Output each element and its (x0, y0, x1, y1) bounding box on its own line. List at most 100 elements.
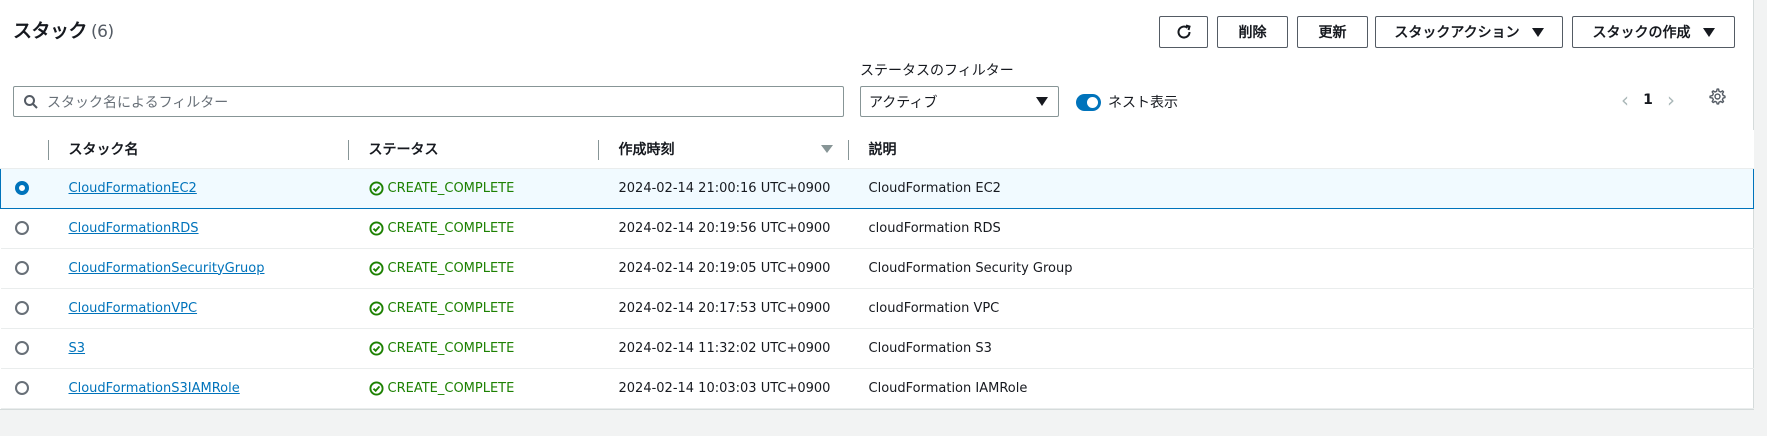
stack-name-link[interactable]: CloudFormationRDS (69, 221, 199, 236)
select-column-header (0, 130, 49, 169)
pagination: ‹ 1 › (1614, 88, 1682, 112)
status-text: CREATE_COMPLETE (387, 340, 515, 356)
row-select-cell[interactable] (0, 167, 49, 209)
stack-name-link[interactable]: CloudFormationS3IAMRole (69, 381, 240, 396)
toggle-switch[interactable] (1076, 93, 1101, 111)
status-text: CREATE_COMPLETE (387, 180, 515, 196)
description-cell: CloudFormation S3 (848, 328, 1754, 369)
status-indicator: CREATE_COMPLETE (368, 260, 599, 276)
status-filter-label: ステータスのフィルター (860, 63, 1014, 79)
created-time-cell: 2024-02-14 20:17:53 UTC+0900 (598, 288, 849, 329)
status-filter-select[interactable]: アクティブ (860, 86, 1059, 117)
refresh-button[interactable] (1159, 16, 1208, 48)
table-row[interactable]: CloudFormationSecurityGruop CREATE_COMPL… (0, 248, 1754, 289)
status-indicator: CREATE_COMPLETE (368, 380, 599, 396)
table-header-row: スタック名 ステータス 作成時刻 説明 (0, 130, 1754, 169)
status-filter-value: アクティブ (869, 94, 938, 111)
page-title-text: スタック (13, 20, 88, 42)
stack-count: (6) (91, 22, 114, 42)
created-time-cell: 2024-02-14 20:19:56 UTC+0900 (598, 208, 849, 249)
chevron-left-icon[interactable]: ‹ (1614, 88, 1636, 112)
column-header-status[interactable]: ステータス (348, 130, 599, 169)
created-time-cell: 2024-02-14 20:19:05 UTC+0900 (598, 248, 849, 289)
table-row[interactable]: CloudFormationS3IAMRole CREATE_COMPLETE … (0, 368, 1754, 409)
stacks-table: スタック名 ステータス 作成時刻 説明 CloudFormationEC2 CR… (0, 130, 1754, 409)
description-cell: CloudFormation Security Group (848, 248, 1754, 289)
sort-desc-icon (820, 145, 833, 153)
status-text: CREATE_COMPLETE (387, 380, 515, 396)
stack-name-link[interactable]: S3 (69, 341, 86, 356)
row-radio[interactable] (14, 341, 29, 355)
status-cell: CREATE_COMPLETE (348, 248, 599, 289)
row-radio[interactable] (14, 261, 29, 275)
stacks-panel: スタック (6) 削除 更新 スタックアクション スタックの作成 スタック名による… (0, 0, 1754, 410)
status-indicator: CREATE_COMPLETE (368, 340, 599, 356)
check-circle-icon (368, 300, 384, 316)
search-icon (24, 94, 38, 109)
table-row[interactable]: S3 CREATE_COMPLETE 2024-02-14 11:32:02 U… (0, 328, 1754, 369)
status-text: CREATE_COMPLETE (387, 260, 515, 276)
status-text: CREATE_COMPLETE (387, 220, 515, 236)
create-stack-button[interactable]: スタックの作成 (1572, 16, 1735, 48)
column-header-stack-name[interactable]: スタック名 (48, 130, 349, 169)
column-label: 作成時刻 (618, 141, 675, 158)
status-indicator: CREATE_COMPLETE (368, 180, 599, 196)
stack-name-link[interactable]: CloudFormationSecurityGruop (69, 261, 265, 276)
column-label: ステータス (368, 141, 439, 158)
check-circle-icon (368, 180, 384, 196)
nested-view-label: ネスト表示 (1108, 95, 1178, 111)
column-header-description[interactable]: 説明 (848, 130, 1754, 169)
delete-button[interactable]: 削除 (1217, 16, 1288, 48)
table-row[interactable]: CloudFormationVPC CREATE_COMPLETE 2024-0… (0, 288, 1754, 329)
created-time-cell: 2024-02-14 21:00:16 UTC+0900 (598, 167, 849, 209)
status-cell: CREATE_COMPLETE (348, 288, 599, 329)
description-cell: cloudFormation RDS (848, 208, 1754, 249)
row-radio[interactable] (14, 221, 29, 235)
stack-name-cell: CloudFormationVPC (48, 288, 349, 329)
stack-name-link[interactable]: CloudFormationEC2 (69, 181, 197, 196)
status-cell: CREATE_COMPLETE (348, 208, 599, 249)
gear-icon[interactable] (1709, 88, 1726, 105)
created-time-cell: 2024-02-14 10:03:03 UTC+0900 (598, 368, 849, 409)
stack-name-cell: S3 (48, 328, 349, 369)
table-row[interactable]: CloudFormationEC2 CREATE_COMPLETE 2024-0… (0, 167, 1754, 209)
update-button[interactable]: 更新 (1297, 16, 1368, 48)
description-cell: cloudFormation VPC (848, 288, 1754, 329)
chevron-right-icon[interactable]: › (1660, 88, 1682, 112)
description-cell: CloudFormation IAMRole (848, 368, 1754, 409)
status-cell: CREATE_COMPLETE (348, 167, 599, 209)
row-radio[interactable] (15, 181, 29, 195)
refresh-icon (1177, 24, 1191, 39)
column-label: スタック名 (68, 141, 139, 158)
column-label: 説明 (868, 141, 897, 158)
nested-view-toggle[interactable]: ネスト表示 (1076, 92, 1178, 112)
status-cell: CREATE_COMPLETE (348, 368, 599, 409)
page-title: スタック (6) (13, 16, 114, 43)
page-number[interactable]: 1 (1636, 92, 1660, 108)
row-select-cell[interactable] (0, 248, 49, 289)
create-stack-label: スタックの作成 (1592, 25, 1691, 41)
created-time-cell: 2024-02-14 11:32:02 UTC+0900 (598, 328, 849, 369)
row-radio[interactable] (14, 381, 29, 395)
stack-name-link[interactable]: CloudFormationVPC (69, 301, 198, 316)
row-select-cell[interactable] (0, 208, 49, 249)
row-select-cell[interactable] (0, 288, 49, 329)
column-header-created[interactable]: 作成時刻 (598, 130, 849, 169)
status-text: CREATE_COMPLETE (387, 300, 515, 316)
stack-actions-button[interactable]: スタックアクション (1375, 16, 1563, 48)
stack-actions-label: スタックアクション (1394, 25, 1520, 41)
stack-name-cell: CloudFormationSecurityGruop (48, 248, 349, 289)
caret-down-icon (1702, 27, 1715, 37)
check-circle-icon (368, 340, 384, 356)
row-radio[interactable] (14, 301, 29, 315)
stack-name-cell: CloudFormationEC2 (48, 167, 349, 209)
stack-name-cell: CloudFormationS3IAMRole (48, 368, 349, 409)
status-indicator: CREATE_COMPLETE (368, 300, 599, 316)
row-select-cell[interactable] (0, 368, 49, 409)
table-row[interactable]: CloudFormationRDS CREATE_COMPLETE 2024-0… (0, 208, 1754, 249)
search-input[interactable]: スタック名によるフィルター (13, 86, 844, 117)
caret-down-icon (1531, 27, 1544, 37)
check-circle-icon (368, 380, 384, 396)
search-placeholder: スタック名によるフィルター (47, 94, 229, 111)
row-select-cell[interactable] (0, 328, 49, 369)
